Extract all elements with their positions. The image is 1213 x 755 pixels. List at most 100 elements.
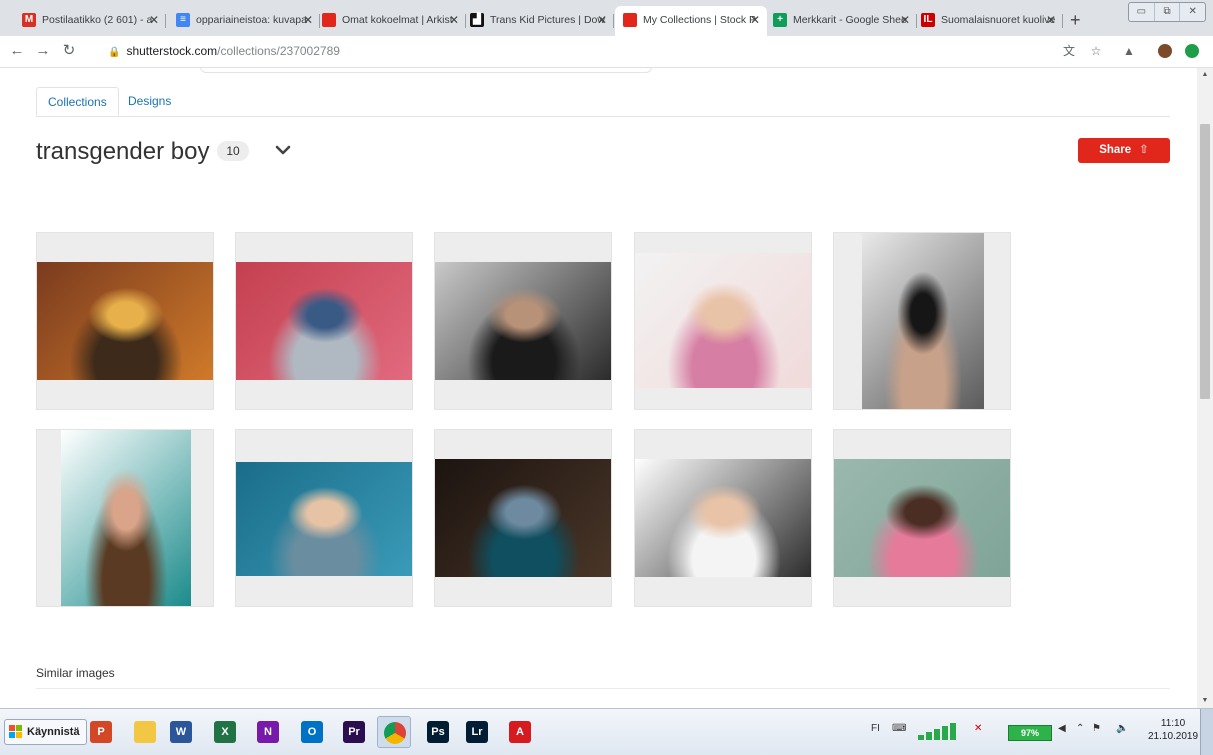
lightroom-app-button[interactable]: Lr <box>460 716 494 748</box>
browser-tab[interactable]: My Collections | Stock P ✕ <box>615 6 767 36</box>
keyboard-icon[interactable]: ⌨ <box>892 723 906 734</box>
powerpoint-app-button[interactable]: P <box>84 716 118 748</box>
collection-image-tile[interactable] <box>634 232 812 410</box>
powerpoint-app-icon: P <box>90 721 112 743</box>
word-app-button[interactable]: W <box>164 716 198 748</box>
person-bowtie-window-photo[interactable] <box>435 459 611 577</box>
minimize-button[interactable]: ▭ <box>1129 3 1155 21</box>
tab-close-icon[interactable]: ✕ <box>597 6 607 34</box>
boy-playful-hands-photo[interactable] <box>236 462 412 576</box>
share-icon: ⇧ <box>1139 144 1149 156</box>
pink-hair-back-photo[interactable] <box>236 262 412 380</box>
premiere-app-icon: Pr <box>343 721 365 743</box>
drive-extension-icon[interactable]: ▲ <box>1122 44 1136 58</box>
back-icon[interactable]: ← <box>8 42 26 60</box>
outlook-app-icon: O <box>301 721 323 743</box>
close-window-button[interactable]: ✕ <box>1180 3 1205 21</box>
share-label: Share <box>1099 144 1132 156</box>
file-explorer-app-button[interactable] <box>128 716 162 748</box>
collection-image-tile[interactable] <box>434 429 612 607</box>
outlook-app-button[interactable]: O <box>295 716 329 748</box>
browser-tab[interactable]: Omat kokoelmat | Arkist ✕ <box>314 6 466 36</box>
power-plug-icon[interactable]: ◀ <box>1058 723 1066 734</box>
show-desktop-button[interactable] <box>1200 709 1213 755</box>
thoughtful-teen-photo[interactable] <box>435 262 611 380</box>
translate-icon[interactable]: 文 <box>1062 44 1076 58</box>
browser-tab[interactable]: IL Suomalaisnuoret kuolive ✕ <box>913 6 1063 36</box>
boy-torn-paper-photo[interactable] <box>635 459 811 577</box>
volume-icon[interactable]: 🔈 <box>1116 723 1128 734</box>
acrobat-app-button[interactable]: A <box>503 716 537 748</box>
collection-image-tile[interactable] <box>833 232 1011 410</box>
extension-icon[interactable] <box>1185 44 1199 58</box>
scroll-down-icon[interactable]: ▼ <box>1197 694 1213 708</box>
chevron-down-icon[interactable] <box>273 140 293 160</box>
collection-tabs: Collections Designs <box>36 87 1170 117</box>
network-signal-icon[interactable] <box>916 721 964 741</box>
excel-app-button[interactable]: X <box>208 716 242 748</box>
forward-icon[interactable]: → <box>34 42 52 60</box>
woman-black-skirt-photo[interactable] <box>862 233 984 409</box>
share-button[interactable]: Share ⇧ <box>1078 138 1170 163</box>
pride-parade-photo[interactable] <box>37 262 213 380</box>
acrobat-app-icon: A <box>509 721 531 743</box>
reload-icon[interactable]: ↻ <box>60 42 78 60</box>
scrollbar[interactable]: ▲ ▼ <box>1197 68 1213 708</box>
start-button[interactable]: Käynnistä <box>4 719 87 745</box>
collection-image-tile[interactable] <box>634 429 812 607</box>
onenote-app-button[interactable]: N <box>251 716 285 748</box>
collection-image-tile[interactable] <box>235 429 413 607</box>
collection-title: transgender boy <box>36 138 210 165</box>
tab-favicon-icon <box>623 13 637 27</box>
browser-tab[interactable]: ≡ oppariaineistoa: kuvapa ✕ <box>168 6 320 36</box>
photoshop-app-button[interactable]: Ps <box>421 716 455 748</box>
window-controls: ▭ ⧉ ✕ <box>1128 2 1206 22</box>
collection-image-tile[interactable] <box>434 232 612 410</box>
tab-close-icon[interactable]: ✕ <box>303 6 313 34</box>
boy-rainbow-heart-photo[interactable] <box>635 253 811 388</box>
collection-image-tile[interactable] <box>36 232 214 410</box>
tab-favicon-icon: ≡ <box>176 13 190 27</box>
woman-sage-background-photo[interactable] <box>834 459 1010 577</box>
tab-collections[interactable]: Collections <box>36 87 119 116</box>
premiere-app-button[interactable]: Pr <box>337 716 371 748</box>
browser-tab[interactable]: + Merkkarit - Google Shee ✕ <box>765 6 917 36</box>
wifi-off-icon[interactable]: ✕ <box>974 723 982 734</box>
photoshop-app-icon: Ps <box>427 721 449 743</box>
profile-avatar[interactable] <box>1158 44 1172 58</box>
system-clock[interactable]: 11:10 21.10.2019 <box>1148 717 1198 743</box>
address-bar[interactable]: 🔒 shutterstock.com/collections/237002789 <box>108 44 340 58</box>
chrome-app-button[interactable] <box>377 716 411 748</box>
collection-image-tile[interactable] <box>235 232 413 410</box>
search-bar-edge <box>200 68 652 73</box>
scroll-up-icon[interactable]: ▲ <box>1197 68 1213 82</box>
tab-close-icon[interactable]: ✕ <box>449 6 459 34</box>
browser-tab[interactable]: ▟ Trans Kid Pictures | Dow ✕ <box>462 6 614 36</box>
collection-image-tile[interactable] <box>36 429 214 607</box>
tab-separator <box>1062 14 1063 28</box>
clock-time: 11:10 <box>1160 718 1186 729</box>
image-count-badge: 10 <box>217 141 249 161</box>
maximize-button[interactable]: ⧉ <box>1155 3 1181 21</box>
language-indicator[interactable]: FI <box>871 723 880 734</box>
onenote-app-icon: N <box>257 721 279 743</box>
young-man-teal-shirt-photo[interactable] <box>61 430 191 606</box>
new-tab-button[interactable]: + <box>1070 6 1081 34</box>
tab-designs[interactable]: Designs <box>117 87 182 116</box>
tab-favicon-icon: ▟ <box>470 13 484 27</box>
browser-tab[interactable]: M Postilaatikko (2 601) - a ✕ <box>14 6 166 36</box>
tab-title: Merkkarit - Google Shee <box>793 14 907 26</box>
tab-close-icon[interactable]: ✕ <box>750 6 760 34</box>
bookmark-star-icon[interactable]: ☆ <box>1089 44 1103 58</box>
show-hidden-icons[interactable]: ⌃ <box>1076 723 1084 734</box>
collection-image-tile[interactable] <box>833 429 1011 607</box>
clock-date: 21.10.2019 <box>1148 731 1199 742</box>
tab-close-icon[interactable]: ✕ <box>149 6 159 34</box>
scrollbar-thumb[interactable] <box>1200 124 1210 399</box>
tab-close-icon[interactable]: ✕ <box>900 6 910 34</box>
action-center-flag-icon[interactable]: ⚑ <box>1092 723 1101 734</box>
tab-favicon-icon <box>322 13 336 27</box>
page-viewport: Collections Designs transgender boy 10 S… <box>0 68 1197 708</box>
tab-close-icon[interactable]: ✕ <box>1046 6 1056 34</box>
battery-indicator[interactable]: 97% <box>1008 725 1052 741</box>
